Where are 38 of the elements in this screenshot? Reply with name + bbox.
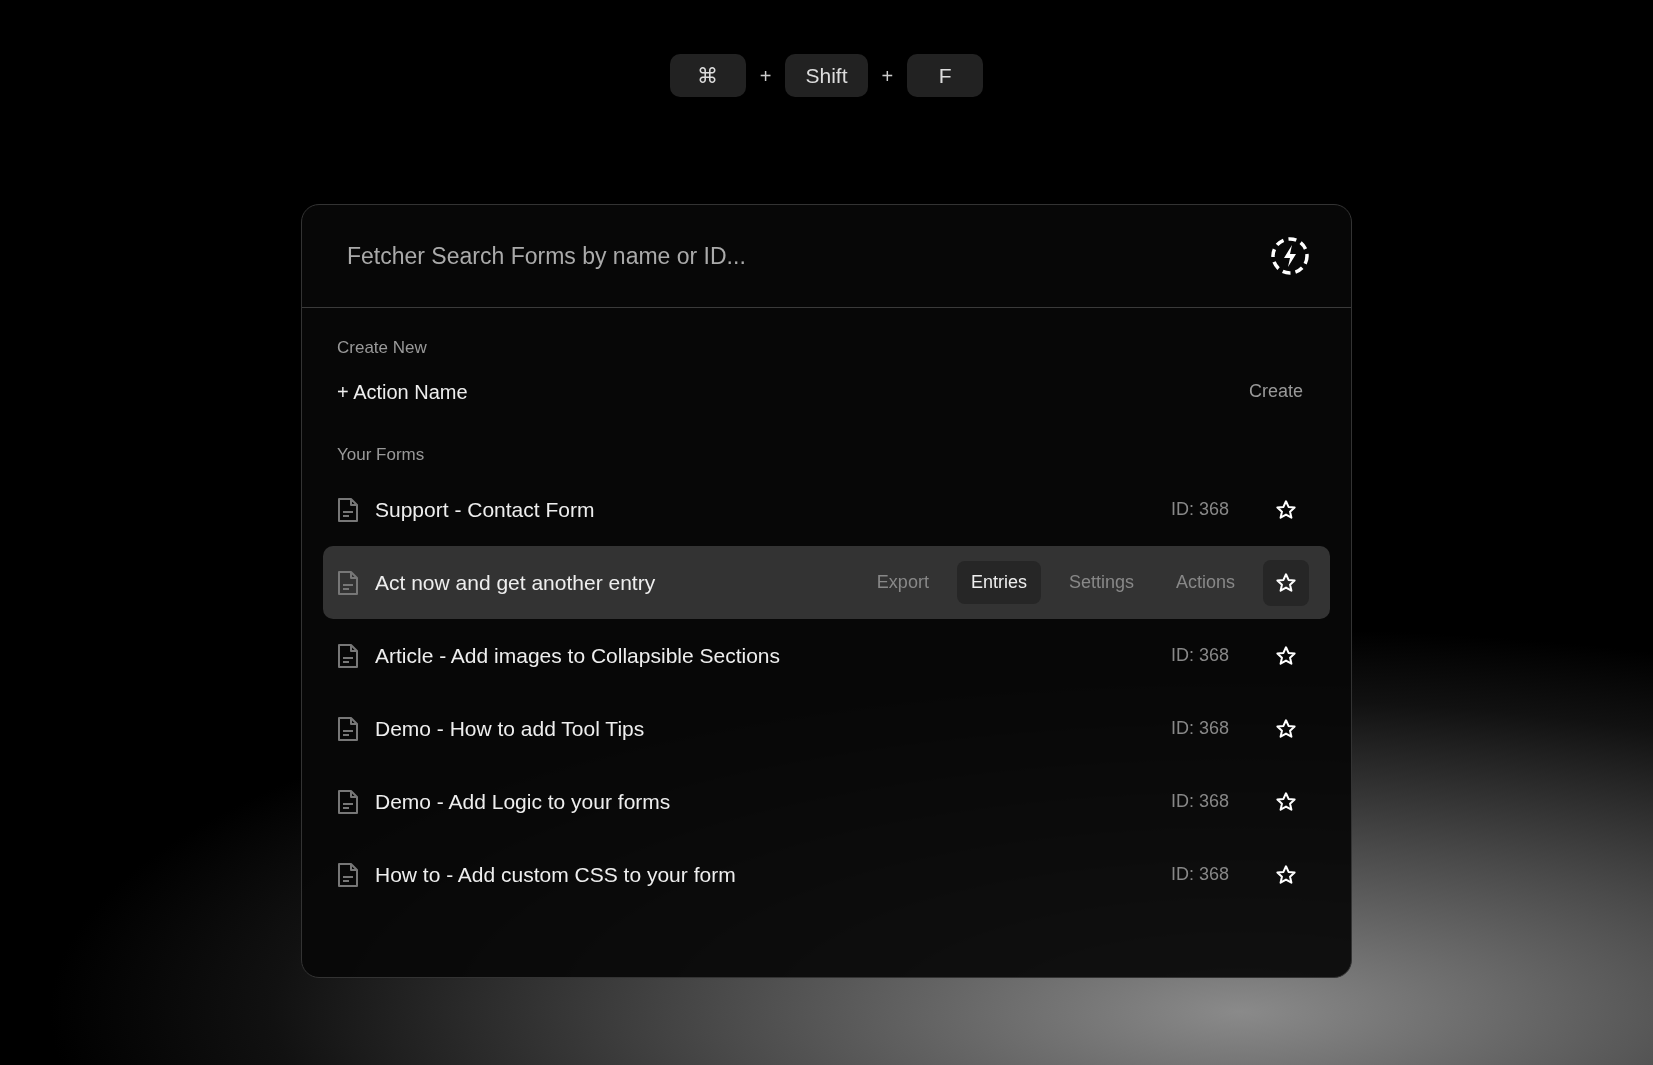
form-row[interactable]: Demo - How to add Tool Tips ID: 368: [323, 692, 1330, 765]
form-name: Demo - Add Logic to your forms: [375, 788, 672, 815]
form-row[interactable]: Support - Contact Form ID: 368: [323, 473, 1330, 546]
document-icon: [337, 642, 359, 669]
form-id: ID: 368: [1170, 790, 1229, 813]
action-tab[interactable]: Settings: [1054, 561, 1148, 604]
new-action-link[interactable]: + Action Name: [337, 376, 468, 407]
form-id: ID: 368: [1170, 644, 1229, 667]
action-tab[interactable]: Entries: [956, 561, 1041, 604]
action-tab[interactable]: Export: [862, 561, 943, 604]
action-tab[interactable]: Actions: [1161, 561, 1249, 604]
form-id: ID: 368: [1170, 717, 1229, 740]
keyboard-key: ⌘: [669, 54, 746, 97]
form-name: Act now and get another entry: [375, 569, 657, 596]
search-field[interactable]: Fetcher Search Forms by name or ID...: [345, 237, 1269, 275]
form-id: ID: 368: [1170, 498, 1229, 521]
section-title: Create New: [336, 337, 428, 359]
create-link[interactable]: Create: [1248, 378, 1303, 405]
form-name: Article - Add images to Collapsible Sections: [375, 642, 782, 669]
document-icon: [337, 788, 359, 815]
document-icon: [337, 569, 359, 596]
form-row[interactable]: Demo - Add Logic to your forms ID: 368: [323, 765, 1330, 838]
lightning-circle-icon: [1269, 235, 1311, 277]
form-row[interactable]: Article - Add images to Collapsible Sections ID: 368: [323, 619, 1330, 692]
form-row[interactable]: How to - Add custom CSS to your form ID: 368: [323, 838, 1330, 911]
keyboard-key: F: [907, 54, 984, 97]
plus-sign: +: [881, 63, 894, 89]
form-name: Demo - How to add Tool Tips: [375, 715, 646, 742]
document-icon: [337, 496, 359, 523]
plus-sign: +: [759, 63, 772, 89]
keyboard-key: Shift: [785, 54, 868, 97]
form-row[interactable]: Act now and get another entry Export Entries Settings Actions: [323, 546, 1330, 619]
form-name: How to - Add custom CSS to your form: [375, 861, 737, 888]
form-id: ID: 368: [1170, 863, 1229, 886]
document-icon: [337, 861, 359, 888]
document-icon: [337, 715, 359, 742]
section-title: Your Forms: [336, 443, 426, 466]
form-name: Support - Contact Form: [375, 496, 596, 523]
